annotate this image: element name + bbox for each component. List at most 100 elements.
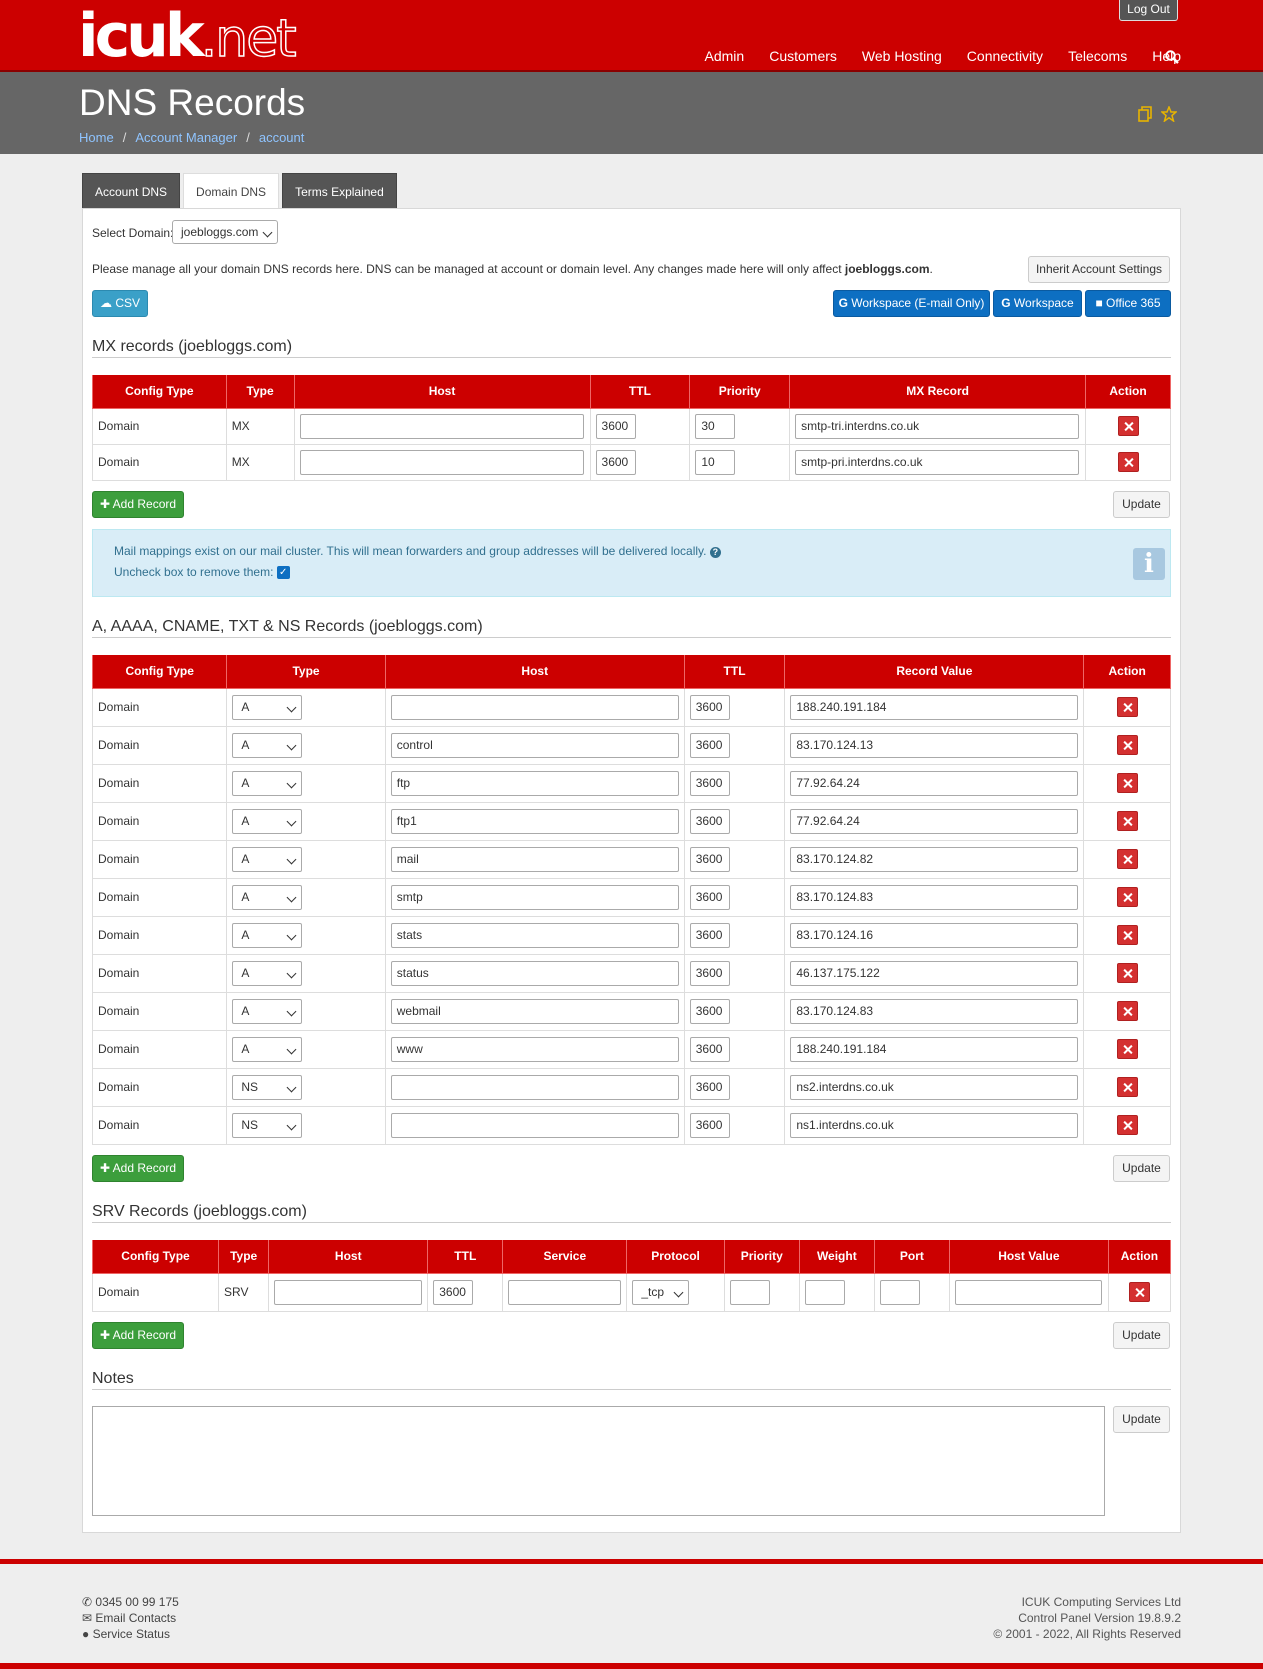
nav-connectivity[interactable]: Connectivity [967, 48, 1043, 64]
text-input[interactable]: 83.170.124.83 [790, 884, 1079, 910]
delete-icon[interactable] [1116, 887, 1138, 907]
workspace-email-button[interactable]: G Workspace (E-mail Only) [833, 290, 990, 317]
delete-icon[interactable] [1116, 773, 1138, 793]
text-input[interactable]: 83.170.124.82 [790, 846, 1079, 872]
text-input[interactable]: smtp-pri.interdns.co.uk [795, 449, 1080, 475]
text-input[interactable] [274, 1279, 423, 1305]
text-input[interactable]: status [390, 960, 679, 986]
text-input[interactable] [954, 1279, 1102, 1305]
text-input[interactable] [299, 413, 584, 439]
text-input[interactable]: 3600 [689, 884, 730, 910]
text-input[interactable]: 3600 [689, 1112, 730, 1138]
text-input[interactable]: webmail [390, 998, 679, 1024]
text-input[interactable] [729, 1279, 770, 1305]
select-input[interactable]: A [232, 694, 303, 720]
text-input[interactable]: stats [390, 922, 679, 948]
text-input[interactable]: 30 [695, 413, 736, 439]
workspace-button[interactable]: G Workspace [993, 290, 1082, 317]
logo[interactable]: icuk.net [78, 4, 297, 71]
text-input[interactable]: 3600 [689, 960, 730, 986]
text-input[interactable]: 3600 [689, 732, 730, 758]
text-input[interactable] [390, 1112, 679, 1138]
select-input[interactable]: A [232, 770, 303, 796]
delete-icon[interactable] [1116, 1001, 1138, 1021]
text-input[interactable]: www [390, 1036, 679, 1062]
text-input[interactable]: mail [390, 846, 679, 872]
copy-icon[interactable] [1138, 106, 1153, 122]
select-input[interactable]: A [232, 1036, 303, 1062]
tab-account-dns[interactable]: Account DNS [82, 173, 181, 209]
text-input[interactable]: 77.92.64.24 [790, 808, 1079, 834]
text-input[interactable]: 3600 [689, 1036, 730, 1062]
delete-icon[interactable] [1116, 1039, 1138, 1059]
text-input[interactable] [804, 1279, 845, 1305]
text-input[interactable]: control [390, 732, 679, 758]
text-input[interactable]: 188.240.191.184 [790, 694, 1079, 720]
select-input[interactable]: _tcp [632, 1279, 690, 1305]
delete-icon[interactable] [1116, 849, 1138, 869]
text-input[interactable]: ns2.interdns.co.uk [790, 1074, 1079, 1100]
breadcrumb-account[interactable]: account [259, 130, 305, 145]
text-input[interactable]: 3600 [689, 808, 730, 834]
text-input[interactable]: 3600 [689, 922, 730, 948]
records-update-button[interactable]: Update [1113, 1155, 1170, 1182]
service-status-link[interactable]: Service Status [93, 1627, 170, 1641]
delete-icon[interactable] [1116, 811, 1138, 831]
text-input[interactable]: 10 [695, 449, 736, 475]
email-contacts-link[interactable]: Email Contacts [95, 1611, 176, 1625]
text-input[interactable]: 3600 [689, 1074, 730, 1100]
text-input[interactable]: ftp1 [390, 808, 679, 834]
inherit-account-settings-button[interactable]: Inherit Account Settings [1028, 256, 1170, 283]
office-365-button[interactable]: ■ Office 365 [1085, 290, 1171, 317]
delete-icon[interactable] [1116, 1115, 1138, 1135]
text-input[interactable]: ns1.interdns.co.uk [790, 1112, 1079, 1138]
text-input[interactable] [879, 1279, 920, 1305]
nav-admin[interactable]: Admin [705, 48, 745, 64]
delete-icon[interactable] [1117, 452, 1139, 472]
text-input[interactable]: 3600 [689, 998, 730, 1024]
star-icon[interactable] [1161, 106, 1177, 122]
text-input[interactable]: 3600 [689, 694, 730, 720]
question-icon[interactable]: ? [709, 547, 721, 558]
text-input[interactable]: 3600 [433, 1279, 474, 1305]
nav-telecoms[interactable]: Telecoms [1068, 48, 1127, 64]
notes-textarea[interactable] [92, 1406, 1105, 1516]
delete-icon[interactable] [1116, 735, 1138, 755]
select-input[interactable]: A [232, 732, 303, 758]
delete-icon[interactable] [1117, 416, 1139, 436]
delete-icon[interactable] [1116, 963, 1138, 983]
text-input[interactable]: 3600 [595, 413, 636, 439]
srv-update-button[interactable]: Update [1113, 1322, 1170, 1349]
remove-mappings-checkbox[interactable]: ✓ [276, 566, 290, 580]
tab-domain-dns[interactable]: Domain DNS [183, 173, 280, 210]
text-input[interactable]: 3600 [689, 846, 730, 872]
delete-icon[interactable] [1116, 697, 1138, 717]
select-input[interactable]: A [232, 998, 303, 1024]
select-input[interactable]: NS [232, 1074, 303, 1100]
srv-add-record-button[interactable]: ✚ Add Record [92, 1322, 184, 1349]
breadcrumb-account-manager[interactable]: Account Manager [135, 130, 237, 145]
records-add-record-button[interactable]: ✚ Add Record [92, 1155, 184, 1182]
domain-select[interactable]: joebloggs.com [172, 220, 278, 244]
text-input[interactable] [390, 1074, 679, 1100]
text-input[interactable]: smtp [390, 884, 679, 910]
text-input[interactable]: 3600 [595, 449, 636, 475]
mx-update-button[interactable]: Update [1113, 491, 1170, 518]
nav-customers[interactable]: Customers [769, 48, 837, 64]
text-input[interactable] [508, 1279, 622, 1305]
text-input[interactable]: 77.92.64.24 [790, 770, 1079, 796]
search-icon[interactable] [1165, 50, 1179, 64]
nav-web-hosting[interactable]: Web Hosting [862, 48, 942, 64]
text-input[interactable] [299, 449, 584, 475]
text-input[interactable]: 3600 [689, 770, 730, 796]
select-input[interactable]: NS [232, 1112, 303, 1138]
tab-terms-explained[interactable]: Terms Explained [282, 173, 397, 209]
select-input[interactable]: A [232, 846, 303, 872]
notes-update-button[interactable]: Update [1113, 1406, 1170, 1433]
delete-icon[interactable] [1116, 925, 1138, 945]
mx-add-record-button[interactable]: ✚ Add Record [92, 491, 184, 518]
text-input[interactable]: 188.240.191.184 [790, 1036, 1079, 1062]
select-input[interactable]: A [232, 884, 303, 910]
text-input[interactable]: 83.170.124.16 [790, 922, 1079, 948]
csv-button[interactable]: ☁ CSV [92, 290, 148, 317]
